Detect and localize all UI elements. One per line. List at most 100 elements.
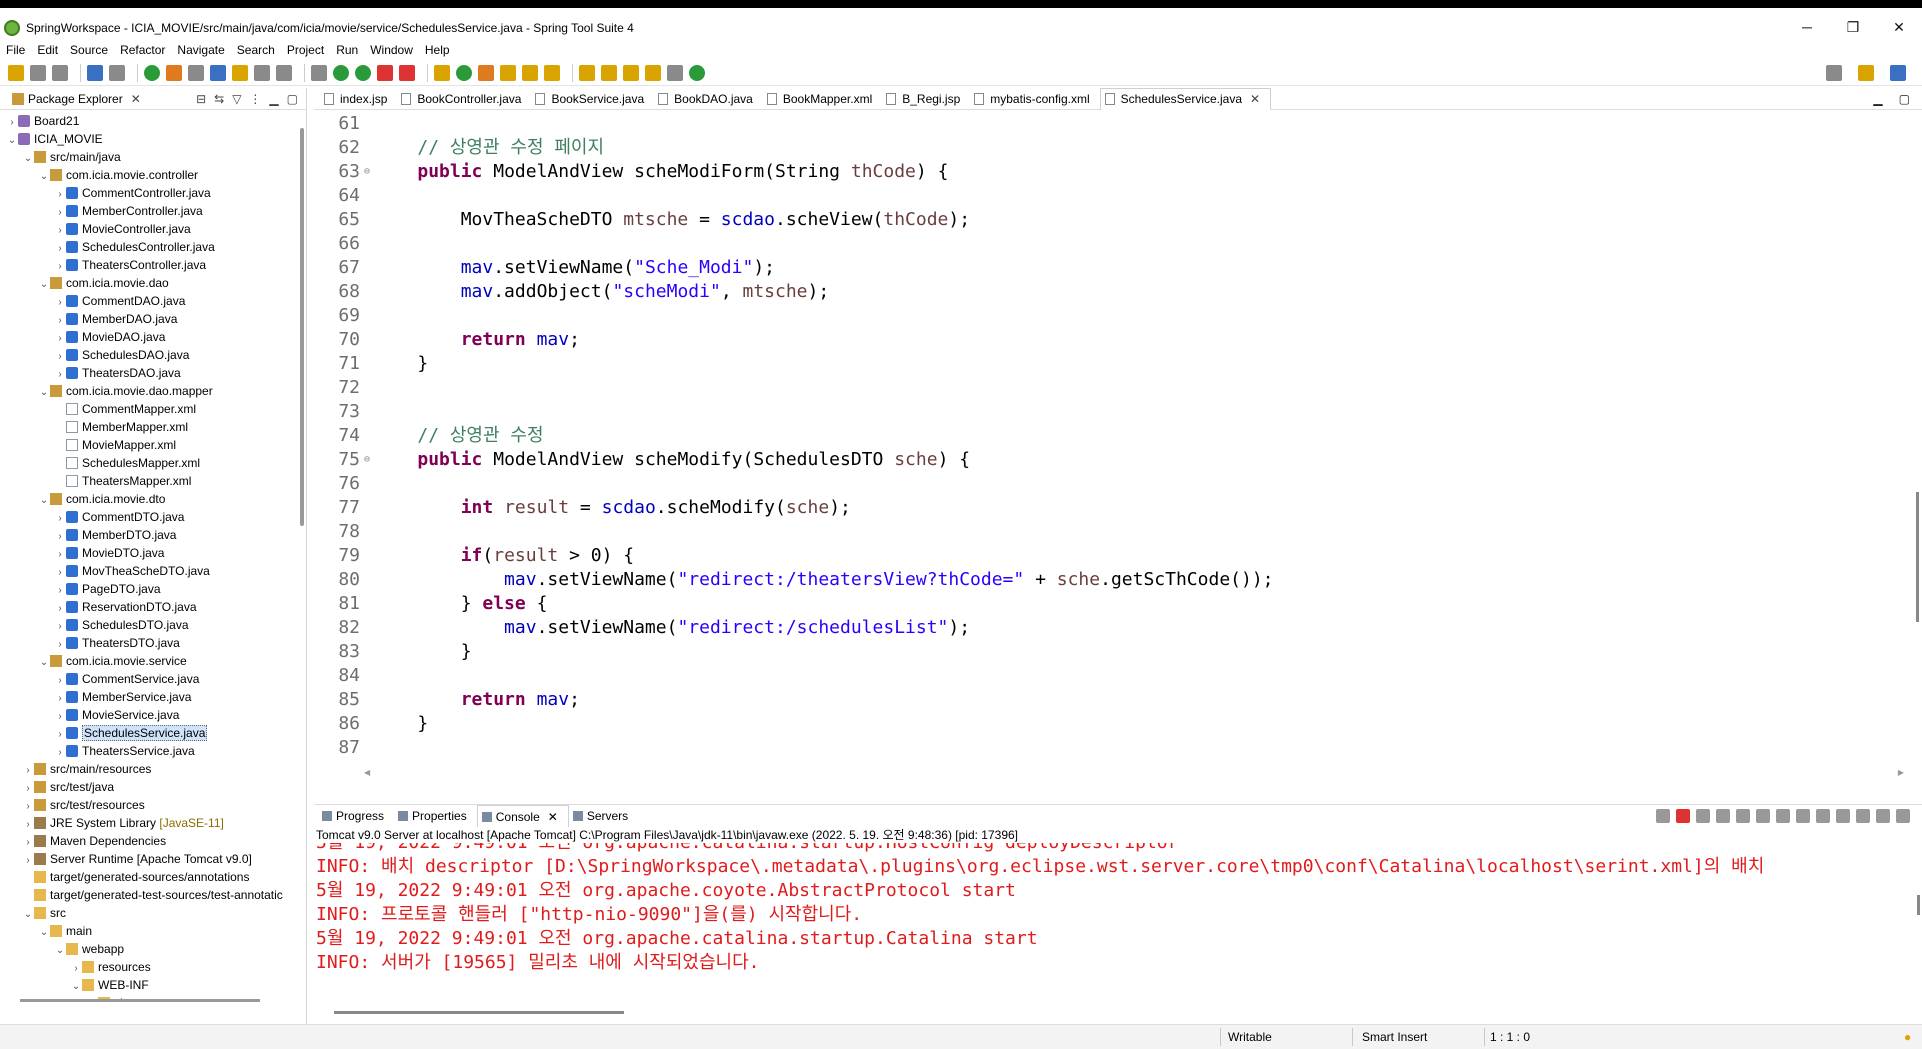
last-edit-location-icon[interactable] [623,64,639,81]
close-icon[interactable]: ✕ [1250,92,1260,106]
code-line[interactable]: 84 [314,664,1910,688]
editor-tab[interactable]: BookDAO.java [654,88,763,110]
scroll-lock-icon[interactable] [1756,809,1770,823]
editor-tab[interactable]: index.jsp [320,88,397,110]
run-external-tools-icon[interactable] [355,64,371,81]
menu-source[interactable]: Source [70,43,108,57]
tree-item[interactable]: ⌄ com.icia.movie.dto [0,490,300,508]
tree-item[interactable]: ⌄ com.icia.movie.controller [0,166,300,184]
editor-tab[interactable]: BookMapper.xml [763,88,882,110]
tree-item[interactable]: ⌄ src/main/java [0,148,300,166]
menu-navigate[interactable]: Navigate [177,43,224,57]
code-line[interactable]: 71 } [314,352,1910,376]
tree-item[interactable]: ⌄ src [0,904,300,922]
tip-lightbulb-icon[interactable]: ● [1904,1030,1911,1044]
code-line[interactable]: 76 [314,472,1910,496]
tree-item[interactable]: MovieMapper.xml [0,436,300,454]
tree-item[interactable]: › CommentController.java [0,184,300,202]
tree-item[interactable]: ⌄ com.icia.movie.service [0,652,300,670]
show-whitespace-icon[interactable] [254,64,270,81]
code-line[interactable]: 79 if(result > 0) { [314,544,1910,568]
tree-item[interactable]: › src/main/resources [0,760,300,778]
link-with-editor-icon[interactable]: ⇆ [214,92,224,106]
code-line[interactable]: 62 // 상영관 수정 페이지 [314,136,1910,160]
maximize-view-icon[interactable] [1896,809,1910,823]
editor-horizontal-scrollbar[interactable]: ◀ ▶ [364,768,1904,777]
open-type-icon[interactable] [478,64,494,81]
fold-icon[interactable]: ⊖ [364,448,374,472]
status-insert-mode[interactable]: Smart Insert [1362,1030,1427,1044]
remove-launch-icon[interactable] [1696,809,1710,823]
code-line[interactable]: 88 [314,760,1910,764]
tree-item[interactable]: › MovieService.java [0,706,300,724]
tree-item[interactable]: ⌄ com.icia.movie.dao [0,274,300,292]
remove-all-terminated-icon[interactable] [1716,809,1730,823]
next-annotation-icon[interactable] [579,64,595,81]
close-icon[interactable]: ✕ [131,92,141,106]
clear-console-icon[interactable] [1736,809,1750,823]
terminate-icon[interactable] [1676,809,1690,823]
tree-item[interactable]: target/generated-sources/annotations [0,868,300,886]
package-explorer-tab[interactable]: Package Explorer ✕ [6,92,147,106]
restart-icon[interactable] [1656,809,1670,823]
refresh-server-icon[interactable] [166,64,182,81]
code-line[interactable]: 87 [314,736,1910,760]
tree-item[interactable]: › MemberDTO.java [0,526,300,544]
back-icon[interactable] [645,64,661,81]
editor-tab[interactable]: mybatis-config.xml [970,88,1099,110]
display-selected-console-icon[interactable] [1836,809,1850,823]
tree-item[interactable]: MemberMapper.xml [0,418,300,436]
tree-item[interactable]: › MemberDAO.java [0,310,300,328]
menu-file[interactable]: File [6,43,25,57]
tree-item[interactable]: › CommentDTO.java [0,508,300,526]
tree-item[interactable]: › Maven Dependencies [0,832,300,850]
tree-item[interactable]: TheatersMapper.xml [0,472,300,490]
new-class-icon[interactable] [456,64,472,81]
tree-item[interactable]: › PageDTO.java [0,580,300,598]
boot-dashboard-icon[interactable] [144,64,160,81]
code-line[interactable]: 82 mav.setViewName("redirect:/schedulesL… [314,616,1910,640]
java-perspective-icon[interactable] [1890,64,1906,81]
tree-item[interactable]: › SchedulesDTO.java [0,616,300,634]
terminal-icon[interactable] [87,64,103,81]
tree-item[interactable]: ⌄ webapp [0,940,300,958]
code-line[interactable]: 74 // 상영관 수정 [314,424,1910,448]
open-perspective-icon[interactable] [1858,64,1874,81]
minimize-view-icon[interactable]: ▁ [269,92,278,106]
run-icon[interactable] [333,64,349,81]
new-icon[interactable] [8,64,24,81]
code-line[interactable]: 86 } [314,712,1910,736]
collapse-all-icon[interactable]: ⊟ [196,92,206,106]
tree-item[interactable]: target/generated-test-sources/test-annot… [0,886,300,904]
tree-item[interactable]: › Server Runtime [Apache Tomcat v9.0] [0,850,300,868]
tree-item[interactable]: › MovTheaScheDTO.java [0,562,300,580]
code-line[interactable]: 67 mav.setViewName("Sche_Modi"); [314,256,1910,280]
tree-item[interactable]: › src/test/resources [0,796,300,814]
tree-horizontal-scrollbar[interactable] [20,999,260,1002]
code-line[interactable]: 77 int result = scdao.scheModify(sche); [314,496,1910,520]
block-selection-icon[interactable] [232,64,248,81]
close-button[interactable]: ✕ [1876,16,1922,40]
menu-refactor[interactable]: Refactor [120,43,165,57]
console-horizontal-scrollbar[interactable] [334,1011,624,1014]
pilcrow-icon[interactable] [276,64,292,81]
editor-tab[interactable]: B_Regi.jsp [882,88,970,110]
tree-item[interactable]: › MovieDAO.java [0,328,300,346]
tree-item[interactable]: › TheatersDAO.java [0,364,300,382]
save-all-icon[interactable] [52,64,68,81]
tree-item[interactable]: ⌄ main [0,922,300,940]
pin-editor-icon[interactable] [689,64,705,81]
tree-item[interactable]: › MemberService.java [0,688,300,706]
code-line[interactable]: 66 [314,232,1910,256]
search-tool-icon[interactable] [188,64,204,81]
save-icon[interactable] [30,64,46,81]
maximize-button[interactable]: ❐ [1830,16,1876,40]
tree-vertical-scrollbar[interactable] [300,128,304,526]
console-tab-progress[interactable]: Progress [318,805,394,827]
previous-annotation-icon[interactable] [601,64,617,81]
pin-console-icon[interactable] [1816,809,1830,823]
tree-item[interactable]: SchedulesMapper.xml [0,454,300,472]
code-line[interactable]: 78 [314,520,1910,544]
code-line[interactable]: 69 [314,304,1910,328]
tree-item[interactable]: CommentMapper.xml [0,400,300,418]
